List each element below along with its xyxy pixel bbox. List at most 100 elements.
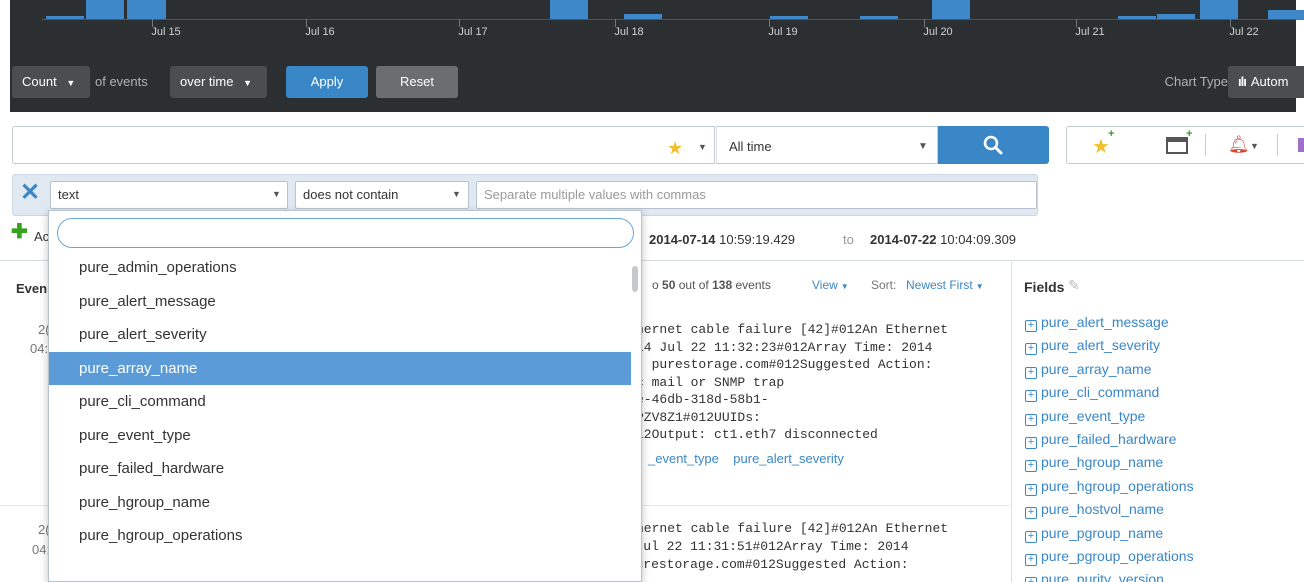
add-filter-link[interactable]: Ac [34, 229, 49, 244]
dropdown-option[interactable]: pure_cli_command [49, 385, 631, 418]
star-icon[interactable]: ★ [667, 138, 683, 159]
field-item[interactable]: + pure_hostvol_name [1025, 501, 1164, 520]
pencil-icon[interactable]: ✎ [1068, 277, 1080, 294]
add-filter-plus-icon[interactable]: ✚ [11, 222, 28, 242]
timeline-bar[interactable] [1200, 0, 1238, 20]
dropdown-scrollbar[interactable] [632, 266, 638, 292]
dropdown-option[interactable]: pure_alert_message [49, 285, 631, 318]
field-item-label: pure_failed_hardware [1041, 431, 1177, 447]
sort-label: Sort: [871, 278, 897, 292]
results-count: o 50 out of 138 events [652, 278, 771, 292]
field-item-label: pure_array_name [1041, 360, 1152, 377]
field-dropdown-popover: pure_admin_operations pure_alert_message p… [48, 210, 642, 582]
field-item-label: pure_alert_severity [1041, 337, 1161, 354]
dropdown-option[interactable]: pure_failed_hardware [49, 452, 631, 485]
field-item-label: pure_alert_message [1041, 314, 1169, 330]
bell-icon[interactable]: 🔔︎ [1228, 135, 1250, 155]
plus-icon: + [1186, 128, 1193, 140]
range-end: 2014-07-22 10:04:09.309 [870, 232, 1016, 247]
timeline-bars[interactable] [10, 0, 1304, 20]
dropdown-option[interactable]: pure_admin_operations [49, 251, 631, 284]
dropdown-option[interactable]: pure_hgroup_operations [49, 519, 631, 552]
field-select[interactable] [50, 181, 288, 209]
field-item[interactable]: + pure_purity_version [1025, 571, 1164, 582]
field-item[interactable]: + pure_pgroup_operations [1025, 548, 1194, 566]
sort-dropdown[interactable]: Newest First ▼ [906, 278, 984, 292]
chevron-down-icon: ▼ [840, 282, 849, 291]
dropdown-option[interactable]: pure_event_type [49, 419, 631, 452]
chevron-down-icon: ▼ [272, 189, 281, 199]
results-count-prefix: o [652, 278, 659, 292]
field-item[interactable]: + pure_failed_hardware [1025, 431, 1176, 449]
field-select-value: text [58, 187, 79, 202]
chevron-down-icon[interactable]: ▼ [1250, 141, 1259, 151]
field-item[interactable]: + pure_alert_severity [1025, 337, 1161, 356]
apply-button[interactable]: Apply [286, 66, 368, 98]
dropdown-option[interactable]: pure_hgroup_name [49, 486, 631, 519]
event-timestamp-time: 04: [30, 341, 49, 356]
field-item[interactable]: + pure_alert_message [1025, 314, 1169, 332]
field-item[interactable]: + pure_hgroup_operations [1025, 478, 1194, 496]
timeline-bar[interactable] [127, 0, 166, 20]
of-events-label: of events [95, 74, 148, 89]
timeline-bar[interactable] [550, 0, 588, 20]
range-start-date: 2014-07-14 [649, 232, 716, 247]
chart-type-dropdown[interactable]: ılı Autom [1228, 66, 1304, 98]
timeline-date-label: Jul 18 [614, 26, 644, 38]
range-end-date: 2014-07-22 [870, 232, 937, 247]
timeline-date-label: Jul 21 [1075, 26, 1105, 38]
expand-plus-icon: + [1025, 320, 1037, 332]
search-button[interactable] [938, 126, 1049, 164]
fields-title: Fields [1024, 279, 1065, 295]
field-item[interactable]: + pure_pgroup_name [1025, 525, 1163, 543]
expand-plus-icon: + [1025, 437, 1037, 449]
dashboard-panel-icon[interactable] [1166, 137, 1188, 154]
dropdown-option[interactable]: pure_alert_severity [49, 318, 631, 351]
over-time-dropdown[interactable]: over time ▼ [170, 66, 267, 98]
dropdown-search-input[interactable] [57, 218, 634, 248]
over-time-label: over time [180, 74, 234, 89]
timeline-bar[interactable] [86, 0, 124, 20]
event-field-tags[interactable]: _event_type pure_alert_severity [648, 451, 844, 466]
expand-plus-icon: + [1025, 554, 1037, 566]
chevron-down-icon[interactable]: ▼ [698, 142, 707, 152]
toolbar-divider [1277, 134, 1278, 156]
timeline-date-label: Jul 20 [923, 26, 953, 38]
remove-filter-close-icon[interactable]: ✕ [20, 180, 40, 206]
results-count-suffix: events [735, 278, 771, 292]
event-raw-text: hernet cable failure [42]#012An Ethernet [636, 521, 949, 536]
expand-plus-icon: + [1025, 366, 1037, 379]
timeline-bar[interactable] [932, 0, 970, 20]
search-input[interactable] [12, 126, 715, 164]
chevron-down-icon: ▼ [918, 141, 928, 152]
dropdown-option[interactable]: pure_array_name [49, 351, 631, 385]
field-item[interactable]: + pure_event_type [1025, 408, 1145, 426]
expand-plus-icon: + [1025, 577, 1037, 582]
range-end-time: 10:04:09.309 [940, 232, 1017, 247]
timeline-date-label: Jul 15 [151, 26, 181, 38]
filter-values-placeholder: Separate multiple values with commas [484, 187, 706, 202]
operator-select-value: does not contain [303, 187, 399, 202]
results-count-shown: 50 [662, 278, 676, 292]
events-tab[interactable]: Even [16, 281, 47, 296]
view-dropdown[interactable]: View ▼ [812, 278, 849, 292]
chart-type-value: Autom [1250, 74, 1289, 89]
sort-value: Newest First [906, 278, 973, 292]
count-dropdown[interactable]: Count ▼ [12, 66, 90, 98]
expand-plus-icon: + [1025, 413, 1037, 426]
expand-plus-icon: + [1025, 507, 1037, 520]
reset-button[interactable]: Reset [376, 66, 458, 98]
expand-plus-icon: + [1025, 460, 1037, 473]
field-item-label: pure_purity_version [1041, 571, 1164, 582]
results-count-mid: out of [678, 278, 709, 292]
field-item[interactable]: + pure_array_name [1025, 361, 1152, 379]
field-item[interactable]: + pure_cli_command [1025, 384, 1159, 403]
range-to-label: to [843, 232, 854, 247]
timeline-date-label: Jul 17 [458, 26, 488, 38]
field-item[interactable]: + pure_hgroup_name [1025, 454, 1163, 473]
expand-plus-icon: + [1025, 483, 1037, 496]
view-label: View [812, 278, 838, 292]
field-item-label: pure_hgroup_operations [1041, 477, 1194, 494]
expand-plus-icon: + [1025, 343, 1037, 356]
event-type-icon[interactable] [1298, 138, 1304, 152]
